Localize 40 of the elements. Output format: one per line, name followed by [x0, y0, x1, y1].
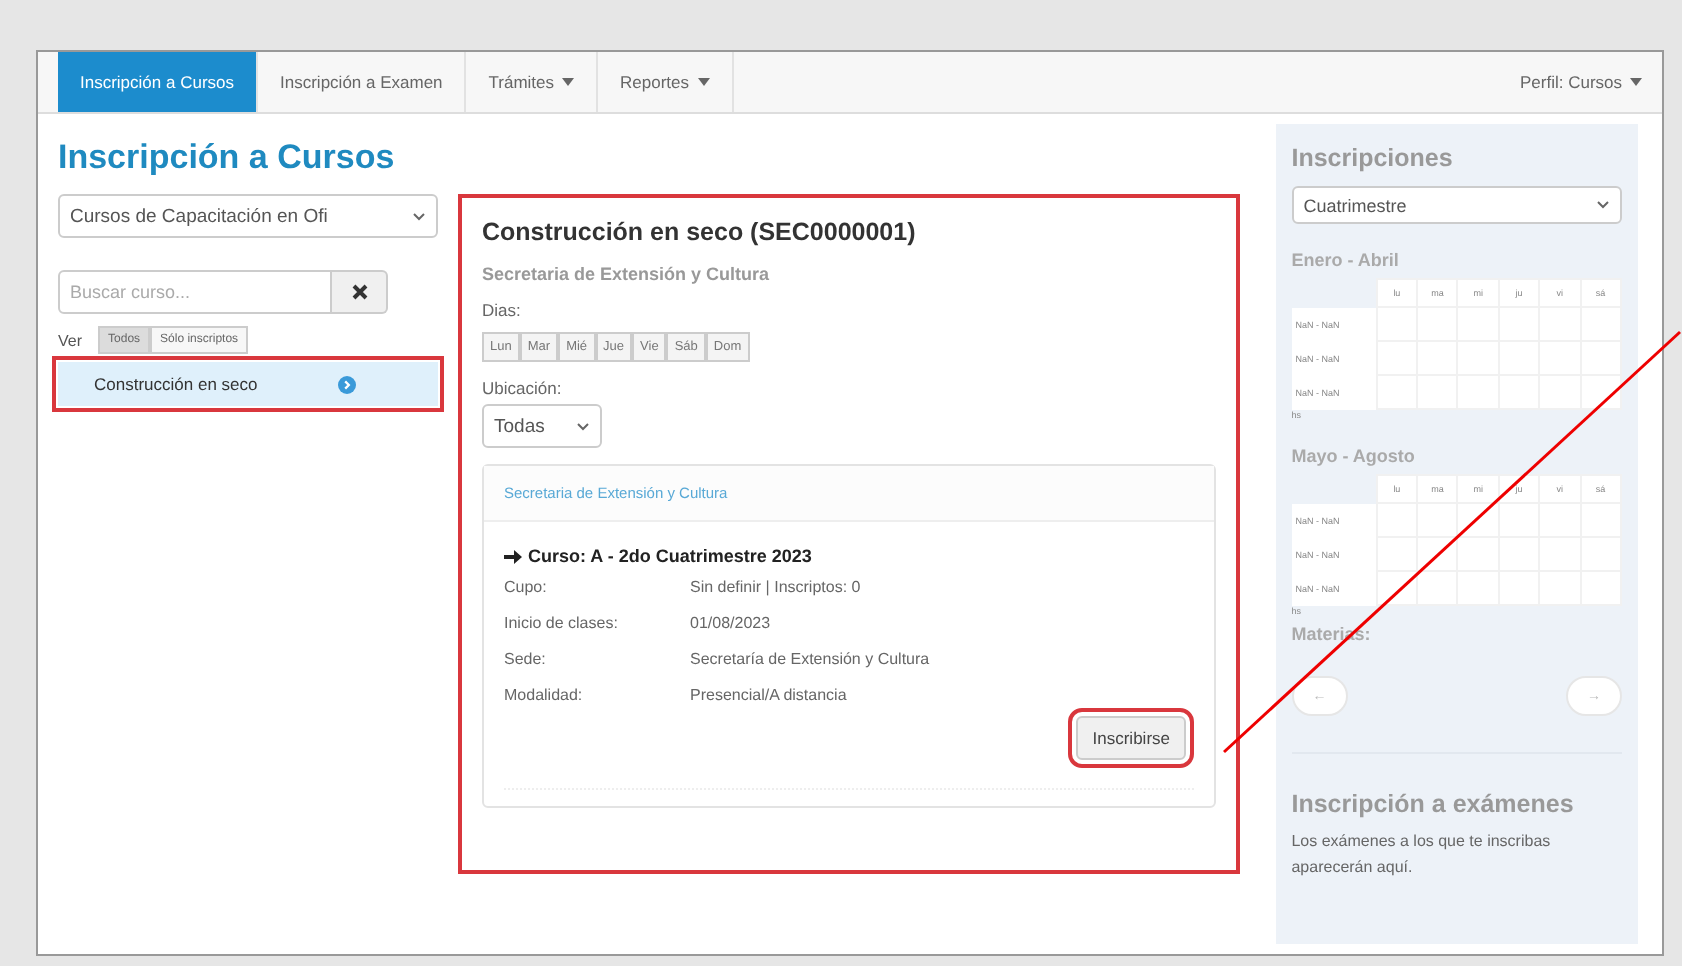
location-select[interactable]: Todas	[482, 404, 602, 448]
caret-icon	[562, 78, 575, 86]
clear-button[interactable]	[332, 270, 388, 314]
period-select[interactable]: Cuatrimestre	[1291, 186, 1622, 224]
calendar-title: Mayo - Agosto	[1291, 446, 1417, 466]
nav-tab[interactable]: Inscripción a Examen	[258, 52, 467, 112]
detail-label: Inicio de clases:	[504, 614, 620, 632]
chevron-icon	[576, 421, 590, 431]
days-label: Dias:	[482, 300, 523, 320]
detail-label: Modalidad:	[504, 686, 585, 704]
detail-label: Cupo:	[504, 578, 549, 596]
exams-title: Inscripción a exámenes	[1291, 790, 1576, 818]
nav-tab[interactable]: Reportes	[598, 52, 734, 112]
caret-icon	[1630, 78, 1642, 86]
page-title: Inscripción a Cursos	[58, 138, 397, 178]
search-field[interactable]: Buscar curso...	[58, 270, 332, 314]
course-subtitle: Secretaria de Extensión y Cultura	[482, 264, 772, 284]
filter-label: Ver	[58, 331, 83, 349]
caret-icon	[697, 78, 710, 86]
chevron-icon	[412, 211, 426, 221]
exams-text: Los exámenes a los que te inscribas aparecerán aquí.	[1291, 830, 1553, 880]
category-select[interactable]: Cursos de Capacitación en Ofi	[58, 194, 438, 238]
nav-tab[interactable]: Trámites	[466, 52, 599, 112]
detail-value: Sin definir | Inscriptos: 0	[690, 578, 863, 596]
detail-value: Presencial/A distancia	[690, 686, 849, 704]
location-label: Ubicación:	[482, 378, 564, 398]
course-list-item[interactable]: Construcción en seco	[58, 362, 438, 406]
info-icon	[337, 375, 356, 393]
calendar-title: Enero - Abril	[1291, 250, 1401, 270]
section-title: Curso: A - 2do Cuatrimestre 2023	[528, 546, 812, 566]
profile-menu[interactable]: Perfil: Cursos	[1519, 52, 1642, 112]
sidebar-title: Inscripciones	[1291, 144, 1455, 172]
chevron-icon	[1596, 200, 1610, 210]
nav-tab[interactable]: Inscripción a Cursos	[58, 52, 259, 112]
course-title: Construcción en seco (SEC0000001)	[482, 218, 918, 246]
close-icon	[351, 284, 367, 300]
detail-value: Secretaría de Extensión y Cultura	[690, 650, 932, 668]
arrow-icon	[504, 549, 522, 563]
detail-label: Sede:	[504, 650, 548, 668]
detail-value: 01/08/2023	[690, 614, 773, 632]
